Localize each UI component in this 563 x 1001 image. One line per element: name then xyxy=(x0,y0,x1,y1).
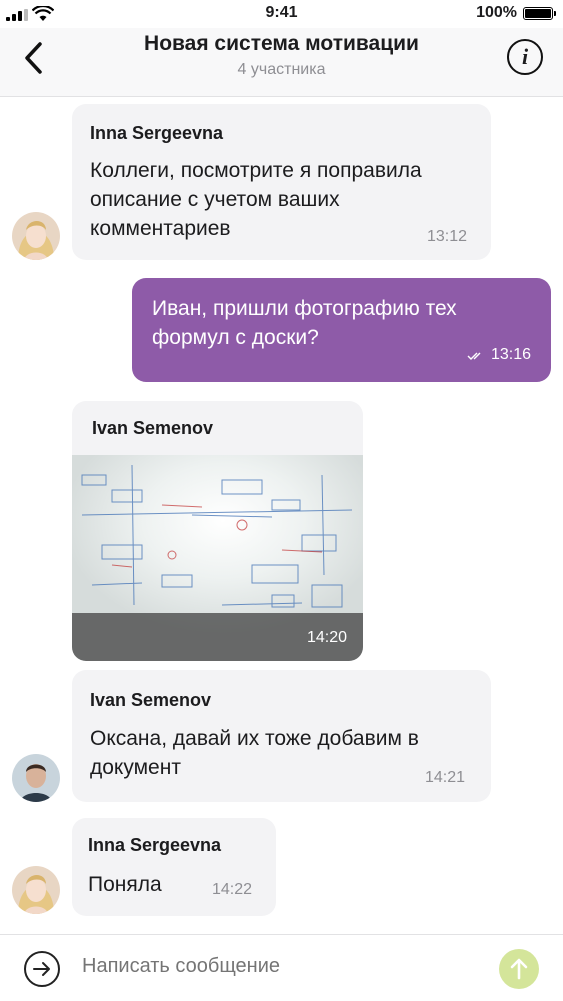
send-icon[interactable] xyxy=(499,949,539,989)
message-sender: Inna Sergeevna xyxy=(90,123,224,143)
message-time: 14:22 xyxy=(211,881,252,898)
message-bubble-1[interactable]: Inna Sergeevna Коллеги, посмотрите я поп… xyxy=(72,104,491,260)
message-sender: Ivan Semenov xyxy=(90,690,212,710)
battery-icon xyxy=(523,7,556,20)
chat-header: Новая система мотивации 4 участника i xyxy=(0,28,563,97)
message-sender: Ivan Semenov xyxy=(92,418,214,438)
message-text: Поняла xyxy=(88,873,162,896)
chat-title[interactable]: Новая система мотивации xyxy=(90,32,473,56)
message-text: Иван, пришли фотографию тех формул с дос… xyxy=(152,297,457,349)
attach-arrow-icon[interactable] xyxy=(24,951,60,987)
participants-count: 4 участника xyxy=(237,61,326,78)
message-bubble-2[interactable]: Иван, пришли фотографию тех формул с дос… xyxy=(132,278,551,382)
avatar-inna[interactable] xyxy=(12,212,60,260)
composer-bar xyxy=(0,934,563,1001)
battery-percentage: 100% xyxy=(476,4,517,21)
message-input[interactable] xyxy=(82,955,472,978)
avatar-inna[interactable] xyxy=(12,866,60,914)
message-time: 14:21 xyxy=(424,769,465,786)
message-text: Оксана, давай их тоже добавим в документ xyxy=(90,727,419,779)
status-bar: 9:41 100% xyxy=(0,0,563,28)
message-time: 13:16 xyxy=(490,346,531,363)
message-bubble-5[interactable]: Inna Sergeevna Поняла 14:22 xyxy=(72,818,276,916)
info-icon[interactable]: i xyxy=(507,39,543,75)
message-text: Коллеги, посмотрите я поправила описание… xyxy=(90,159,422,240)
double-check-icon xyxy=(467,352,481,360)
whiteboard-photo[interactable]: 14:20 xyxy=(72,455,363,661)
message-sender: Inna Sergeevna xyxy=(88,835,222,855)
avatar-ivan[interactable] xyxy=(12,754,60,802)
message-time: 14:20 xyxy=(306,629,347,646)
back-arrow-icon[interactable] xyxy=(18,38,54,78)
message-time: 13:12 xyxy=(426,228,467,245)
message-bubble-4[interactable]: Ivan Semenov Оксана, давай их тоже добав… xyxy=(72,670,491,802)
